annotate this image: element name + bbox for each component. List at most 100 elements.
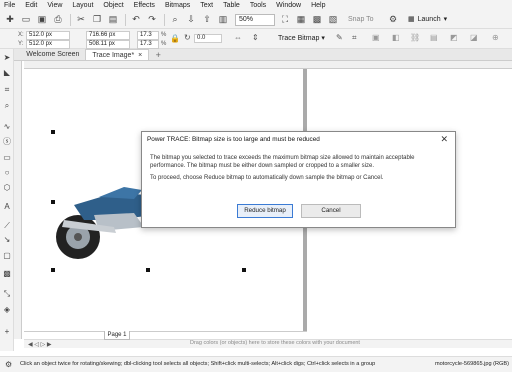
x-label: X: [18,32,24,38]
drop-shadow-icon[interactable]: ▢ [2,251,12,261]
menu-object[interactable]: Object [103,2,123,9]
menu-layout[interactable]: Layout [72,2,93,9]
menu-help[interactable]: Help [311,2,325,9]
save-icon[interactable]: ▣ [35,13,49,27]
text-tool-icon[interactable]: A [2,202,12,212]
menu-bar: File Edit View Layout Object Effects Bit… [0,0,512,11]
rear-hub [74,233,82,241]
mirror-vertical-icon[interactable]: ⇕ [252,33,259,42]
open-icon[interactable]: ▭ [19,13,33,27]
paste-icon[interactable]: ▤ [106,13,120,27]
add-tool-icon[interactable]: + [2,327,12,337]
launch-label: Launch [417,15,441,23]
copy-icon[interactable]: ❐ [90,13,104,27]
rectangle-tool-icon[interactable]: ▭ [2,153,12,163]
scale-height-field[interactable]: 17.3 [137,40,159,49]
menu-tools[interactable]: Tools [250,2,266,9]
search-content-icon[interactable]: ⌕ [168,13,182,27]
import-icon[interactable]: ⇩ [184,13,198,27]
new-document-icon[interactable]: ✚ [3,13,17,27]
angle-field[interactable]: 0.0 [194,34,222,43]
horizontal-ruler[interactable] [24,61,512,69]
resample-icon[interactable]: ▣ [372,33,380,42]
menu-bitmaps[interactable]: Bitmaps [165,2,190,9]
freehand-tool-icon[interactable]: ∿ [2,122,12,132]
cut-icon[interactable]: ✂ [74,13,88,27]
print-icon[interactable]: ⎙ [51,13,65,27]
selection-handle[interactable] [51,130,55,134]
guidelines-icon[interactable]: ▧ [326,13,340,27]
tab-welcome-screen[interactable]: Welcome Screen [20,49,85,60]
zoom-tool-icon[interactable]: ⌕ [2,101,12,111]
drawing-canvas[interactable]: Power TRACE: Bitmap size is too large an… [24,69,512,339]
export-icon[interactable]: ⇧ [200,13,214,27]
toolbox: ➤ ◣ ⌗ ⌕ ∿ ⓢ ▭ ○ ⬡ A ⟋ ↘ ▢ ▩ ⤡ ◈ + [0,49,14,351]
options-gear-icon[interactable]: ⚙ [386,13,400,27]
menu-text[interactable]: Text [200,2,213,9]
bitmap-color-mask-icon[interactable]: ◧ [392,33,400,42]
width-field[interactable]: 716.66 px [86,31,130,40]
grid-icon[interactable]: ▩ [310,13,324,27]
y-position-field[interactable]: 512.0 px [26,40,70,49]
connector-tool-icon[interactable]: ↘ [2,235,12,245]
parallel-dimension-icon[interactable]: ⟋ [2,221,12,231]
cancel-button[interactable]: Cancel [301,204,361,218]
zoom-level-select[interactable]: 50% [235,13,275,26]
close-icon[interactable]: ✕ [440,134,448,145]
trace-bitmap-button[interactable]: Trace Bitmap ▾ [278,34,325,42]
to-back-icon[interactable]: ◪ [470,33,478,42]
to-front-icon[interactable]: ◩ [450,33,458,42]
menu-window[interactable]: Window [276,2,301,9]
artistic-media-icon[interactable]: ⓢ [2,137,12,147]
status-hint: Click an object twice for rotating/skewi… [20,361,376,367]
pick-tool-icon[interactable]: ➤ [2,53,12,63]
mirror-horizontal-icon[interactable]: ⇔ [234,33,242,42]
selection-handle[interactable] [146,268,150,272]
toolbar-divider [164,13,165,26]
redo-icon[interactable]: ↷ [145,13,159,27]
undo-icon[interactable]: ↶ [129,13,143,27]
tank [99,187,142,199]
launch-button[interactable]: ▦ Launch ▾ [408,14,458,26]
add-tab-icon[interactable]: + [153,50,163,60]
selection-handle[interactable] [242,268,246,272]
tab-label: Trace Image* [92,51,135,59]
menu-file[interactable]: File [4,2,15,9]
height-field[interactable]: 508.11 px [86,40,130,49]
tab-trace-image[interactable]: Trace Image* × [85,49,150,61]
selection-handle[interactable] [51,268,55,272]
menu-effects[interactable]: Effects [134,2,155,9]
scale-width-field[interactable]: 17.3 [137,31,159,40]
polygon-tool-icon[interactable]: ⬡ [2,183,12,193]
reduce-bitmap-button[interactable]: Reduce bitmap [237,204,293,218]
shape-tool-icon[interactable]: ◣ [2,68,12,78]
standard-toolbar: ✚ ▭ ▣ ⎙ ✂ ❐ ▤ ↶ ↷ ⌕ ⇩ ⇧ ▥ 50% ⛶ ▦ ▩ ▧ Sn… [0,11,512,29]
vertical-ruler[interactable] [14,61,22,339]
quick-customize-icon[interactable]: ⊕ [492,33,499,42]
close-icon[interactable]: × [138,50,142,61]
full-screen-icon[interactable]: ⛶ [278,13,292,27]
lock-ratio-icon[interactable]: 🔒 [170,34,180,43]
page-edge [24,331,307,332]
interactive-fill-icon[interactable]: ◈ [2,305,12,315]
menu-edit[interactable]: Edit [25,2,37,9]
page-nav-icons[interactable]: ◀ ◁ ▷ ▶ [28,341,51,348]
crop-bitmap-icon[interactable]: ⌗ [352,33,357,43]
snap-to-select[interactable]: Snap To [348,14,386,26]
gear-icon[interactable]: ⚙ [5,360,12,369]
menu-table[interactable]: Table [223,2,240,9]
edit-bitmap-icon[interactable]: ✎ [336,33,343,42]
wrap-text-icon[interactable]: ▤ [430,33,438,42]
document-palette-hint: Drag colors (or objects) here to store t… [190,340,360,346]
link-icon[interactable]: ⛓ [410,33,420,42]
rulers-icon[interactable]: ▦ [294,13,308,27]
toolbar-divider [125,13,126,26]
publish-pdf-icon[interactable]: ▥ [216,13,230,27]
crop-tool-icon[interactable]: ⌗ [2,85,12,95]
menu-view[interactable]: View [47,2,62,9]
x-position-field[interactable]: 512.0 px [26,31,70,40]
page-tab[interactable]: Page 1 [104,331,130,340]
transparency-tool-icon[interactable]: ▩ [2,269,12,279]
eyedropper-tool-icon[interactable]: ⤡ [2,289,12,299]
ellipse-tool-icon[interactable]: ○ [2,168,12,178]
